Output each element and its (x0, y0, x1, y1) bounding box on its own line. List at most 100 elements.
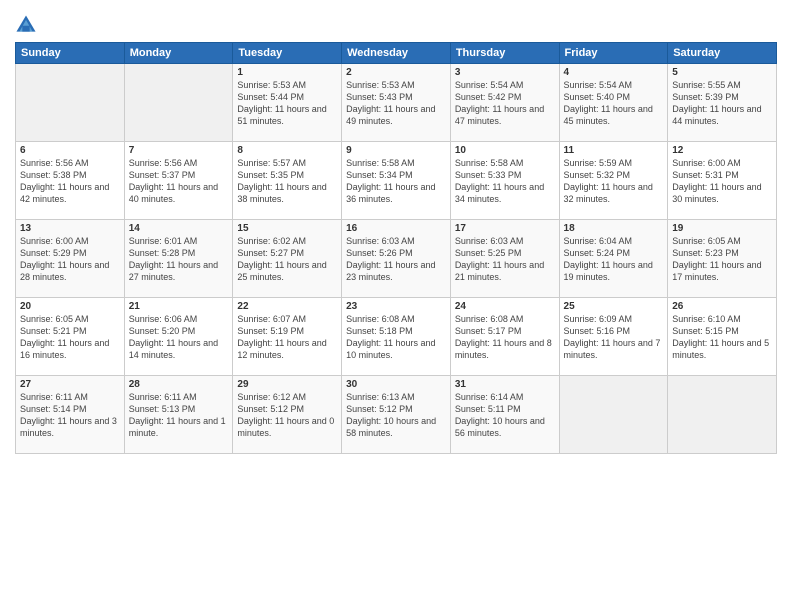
cell-content: Sunrise: 6:06 AM Sunset: 5:20 PM Dayligh… (129, 313, 229, 362)
sunset-label: Sunset: 5:12 PM (346, 404, 413, 414)
cell-content: Sunrise: 5:58 AM Sunset: 5:34 PM Dayligh… (346, 157, 446, 206)
daylight-label: Daylight: 10 hours and 58 minutes. (346, 416, 436, 438)
sunset-label: Sunset: 5:40 PM (564, 92, 631, 102)
header-cell-sunday: Sunday (16, 43, 125, 64)
day-number: 2 (346, 67, 446, 78)
day-number: 13 (20, 223, 120, 234)
sunset-label: Sunset: 5:29 PM (20, 248, 87, 258)
sunset-label: Sunset: 5:16 PM (564, 326, 631, 336)
calendar-cell: 31 Sunrise: 6:14 AM Sunset: 5:11 PM Dayl… (450, 376, 559, 454)
sunrise-label: Sunrise: 5:54 AM (564, 80, 633, 90)
calendar-cell: 15 Sunrise: 6:02 AM Sunset: 5:27 PM Dayl… (233, 220, 342, 298)
calendar-cell: 22 Sunrise: 6:07 AM Sunset: 5:19 PM Dayl… (233, 298, 342, 376)
cell-content: Sunrise: 6:14 AM Sunset: 5:11 PM Dayligh… (455, 391, 555, 440)
cell-content: Sunrise: 5:56 AM Sunset: 5:38 PM Dayligh… (20, 157, 120, 206)
week-row-2: 13 Sunrise: 6:00 AM Sunset: 5:29 PM Dayl… (16, 220, 777, 298)
cell-content: Sunrise: 5:58 AM Sunset: 5:33 PM Dayligh… (455, 157, 555, 206)
sunrise-label: Sunrise: 6:00 AM (672, 158, 741, 168)
cell-content: Sunrise: 5:57 AM Sunset: 5:35 PM Dayligh… (237, 157, 337, 206)
day-number: 22 (237, 301, 337, 312)
sunset-label: Sunset: 5:37 PM (129, 170, 196, 180)
calendar-cell: 19 Sunrise: 6:05 AM Sunset: 5:23 PM Dayl… (668, 220, 777, 298)
cell-content: Sunrise: 5:53 AM Sunset: 5:43 PM Dayligh… (346, 79, 446, 128)
sunset-label: Sunset: 5:43 PM (346, 92, 413, 102)
sunrise-label: Sunrise: 6:07 AM (237, 314, 306, 324)
calendar-cell: 3 Sunrise: 5:54 AM Sunset: 5:42 PM Dayli… (450, 64, 559, 142)
daylight-label: Daylight: 11 hours and 25 minutes. (237, 260, 326, 282)
calendar-cell: 13 Sunrise: 6:00 AM Sunset: 5:29 PM Dayl… (16, 220, 125, 298)
calendar-cell: 12 Sunrise: 6:00 AM Sunset: 5:31 PM Dayl… (668, 142, 777, 220)
calendar-cell: 26 Sunrise: 6:10 AM Sunset: 5:15 PM Dayl… (668, 298, 777, 376)
cell-content: Sunrise: 6:03 AM Sunset: 5:25 PM Dayligh… (455, 235, 555, 284)
sunset-label: Sunset: 5:34 PM (346, 170, 413, 180)
daylight-label: Daylight: 11 hours and 21 minutes. (455, 260, 544, 282)
sunrise-label: Sunrise: 5:53 AM (237, 80, 306, 90)
daylight-label: Daylight: 11 hours and 14 minutes. (129, 338, 218, 360)
sunrise-label: Sunrise: 6:02 AM (237, 236, 306, 246)
sunset-label: Sunset: 5:35 PM (237, 170, 304, 180)
header-cell-tuesday: Tuesday (233, 43, 342, 64)
sunset-label: Sunset: 5:24 PM (564, 248, 631, 258)
calendar-header: SundayMondayTuesdayWednesdayThursdayFrid… (16, 43, 777, 64)
day-number: 8 (237, 145, 337, 156)
daylight-label: Daylight: 11 hours and 40 minutes. (129, 182, 218, 204)
day-number: 10 (455, 145, 555, 156)
day-number: 17 (455, 223, 555, 234)
cell-content: Sunrise: 5:53 AM Sunset: 5:44 PM Dayligh… (237, 79, 337, 128)
cell-content: Sunrise: 6:10 AM Sunset: 5:15 PM Dayligh… (672, 313, 772, 362)
sunrise-label: Sunrise: 6:00 AM (20, 236, 89, 246)
sunrise-label: Sunrise: 6:10 AM (672, 314, 741, 324)
sunset-label: Sunset: 5:28 PM (129, 248, 196, 258)
cell-content: Sunrise: 6:01 AM Sunset: 5:28 PM Dayligh… (129, 235, 229, 284)
calendar-cell: 18 Sunrise: 6:04 AM Sunset: 5:24 PM Dayl… (559, 220, 668, 298)
sunrise-label: Sunrise: 6:13 AM (346, 392, 415, 402)
cell-content: Sunrise: 6:09 AM Sunset: 5:16 PM Dayligh… (564, 313, 664, 362)
sunrise-label: Sunrise: 5:54 AM (455, 80, 524, 90)
calendar-cell: 27 Sunrise: 6:11 AM Sunset: 5:14 PM Dayl… (16, 376, 125, 454)
daylight-label: Daylight: 11 hours and 34 minutes. (455, 182, 544, 204)
sunrise-label: Sunrise: 6:08 AM (455, 314, 524, 324)
daylight-label: Daylight: 11 hours and 27 minutes. (129, 260, 218, 282)
sunset-label: Sunset: 5:11 PM (455, 404, 521, 414)
sunrise-label: Sunrise: 6:03 AM (455, 236, 524, 246)
calendar-cell: 14 Sunrise: 6:01 AM Sunset: 5:28 PM Dayl… (124, 220, 233, 298)
sunset-label: Sunset: 5:27 PM (237, 248, 304, 258)
week-row-3: 20 Sunrise: 6:05 AM Sunset: 5:21 PM Dayl… (16, 298, 777, 376)
day-number: 20 (20, 301, 120, 312)
daylight-label: Daylight: 11 hours and 5 minutes. (672, 338, 769, 360)
calendar-cell: 23 Sunrise: 6:08 AM Sunset: 5:18 PM Dayl… (342, 298, 451, 376)
day-number: 30 (346, 379, 446, 390)
daylight-label: Daylight: 11 hours and 30 minutes. (672, 182, 761, 204)
daylight-label: Daylight: 11 hours and 3 minutes. (20, 416, 117, 438)
day-number: 23 (346, 301, 446, 312)
cell-content: Sunrise: 5:55 AM Sunset: 5:39 PM Dayligh… (672, 79, 772, 128)
sunrise-label: Sunrise: 5:53 AM (346, 80, 415, 90)
sunset-label: Sunset: 5:39 PM (672, 92, 739, 102)
sunset-label: Sunset: 5:15 PM (672, 326, 739, 336)
day-number: 18 (564, 223, 664, 234)
cell-content: Sunrise: 6:05 AM Sunset: 5:21 PM Dayligh… (20, 313, 120, 362)
calendar-cell: 4 Sunrise: 5:54 AM Sunset: 5:40 PM Dayli… (559, 64, 668, 142)
sunrise-label: Sunrise: 5:58 AM (346, 158, 415, 168)
cell-content: Sunrise: 5:56 AM Sunset: 5:37 PM Dayligh… (129, 157, 229, 206)
daylight-label: Daylight: 11 hours and 47 minutes. (455, 104, 544, 126)
calendar-cell: 30 Sunrise: 6:13 AM Sunset: 5:12 PM Dayl… (342, 376, 451, 454)
day-number: 31 (455, 379, 555, 390)
sunrise-label: Sunrise: 6:09 AM (564, 314, 633, 324)
sunset-label: Sunset: 5:26 PM (346, 248, 413, 258)
daylight-label: Daylight: 11 hours and 28 minutes. (20, 260, 109, 282)
calendar-cell: 5 Sunrise: 5:55 AM Sunset: 5:39 PM Dayli… (668, 64, 777, 142)
daylight-label: Daylight: 10 hours and 56 minutes. (455, 416, 545, 438)
sunrise-label: Sunrise: 5:57 AM (237, 158, 306, 168)
header-cell-monday: Monday (124, 43, 233, 64)
daylight-label: Daylight: 11 hours and 10 minutes. (346, 338, 435, 360)
calendar-cell: 1 Sunrise: 5:53 AM Sunset: 5:44 PM Dayli… (233, 64, 342, 142)
calendar-cell: 29 Sunrise: 6:12 AM Sunset: 5:12 PM Dayl… (233, 376, 342, 454)
cell-content: Sunrise: 5:54 AM Sunset: 5:40 PM Dayligh… (564, 79, 664, 128)
sunset-label: Sunset: 5:14 PM (20, 404, 87, 414)
day-number: 19 (672, 223, 772, 234)
daylight-label: Daylight: 11 hours and 44 minutes. (672, 104, 761, 126)
sunrise-label: Sunrise: 6:08 AM (346, 314, 415, 324)
sunset-label: Sunset: 5:19 PM (237, 326, 304, 336)
sunrise-label: Sunrise: 5:56 AM (20, 158, 89, 168)
